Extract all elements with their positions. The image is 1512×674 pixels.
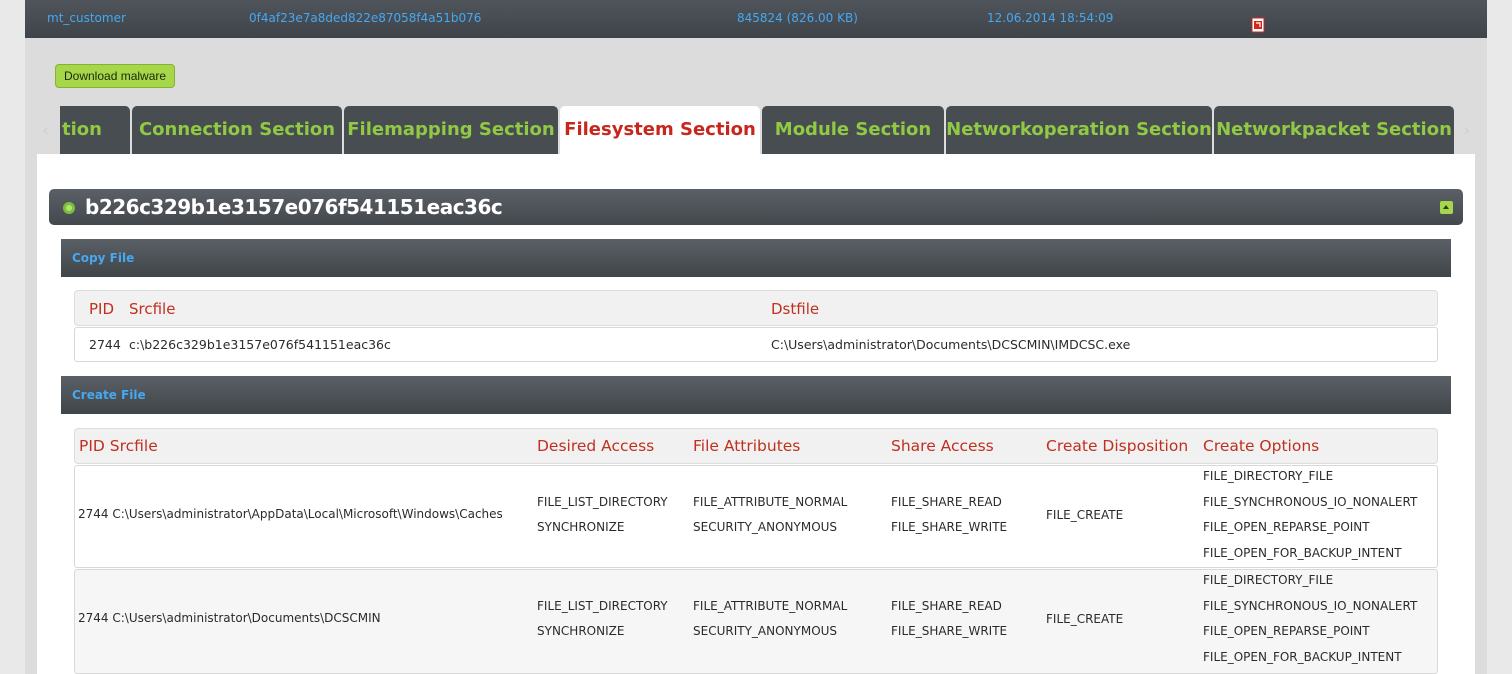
table-row: 2744 c:\b226c329b1e3157e076f541151eac36c… xyxy=(74,327,1438,362)
cell-create-options: FILE_OPEN_FOR_BACKUP_INTENT xyxy=(1203,650,1402,664)
download-malware-button[interactable]: Download malware xyxy=(55,64,176,88)
cell-pid: 2744 xyxy=(89,337,121,352)
sample-name: mt_customer xyxy=(47,11,126,25)
cell-create-options: FILE_SYNCHRONOUS_IO_NONALERT xyxy=(1203,495,1418,509)
cell-create-options: FILE_OPEN_FOR_BACKUP_INTENT xyxy=(1203,546,1402,560)
cell-pid-srcfile: 2744 C:\Users\administrator\AppData\Loca… xyxy=(78,507,503,521)
cell-desired-access: SYNCHRONIZE xyxy=(537,624,625,638)
copy-file-header: Copy File xyxy=(61,239,1451,277)
cell-create-disposition: FILE_CREATE xyxy=(1046,508,1124,522)
tab-module[interactable]: Module Section xyxy=(762,106,944,156)
copy-file-title: Copy File xyxy=(72,251,135,265)
create-file-title: Create File xyxy=(72,388,146,402)
col-dstfile: Dstfile xyxy=(771,300,820,318)
col-srcfile: Srcfile xyxy=(129,300,176,318)
cell-create-options: FILE_OPEN_REPARSE_POINT xyxy=(1203,624,1370,638)
cell-create-options: FILE_DIRECTORY_FILE xyxy=(1203,469,1334,483)
process-panel-header: b226c329b1e3157e076f541151eac36c xyxy=(49,189,1463,225)
col-create-disposition: Create Disposition xyxy=(1046,437,1189,455)
cell-create-options: FILE_OPEN_REPARSE_POINT xyxy=(1203,520,1370,534)
copy-file-table: PID Srcfile Dstfile 2744 c:\b226c329b1e3… xyxy=(74,290,1438,364)
tab-networkoperation[interactable]: Networkoperation Section xyxy=(946,106,1212,156)
cell-dstfile: C:\Users\administrator\Documents\DCSCMIN… xyxy=(771,337,1131,352)
cell-share-access: FILE_SHARE_READ xyxy=(891,495,1002,509)
cell-desired-access: FILE_LIST_DIRECTORY xyxy=(537,495,668,509)
tabs-next-arrow[interactable]: › xyxy=(1463,120,1470,141)
copy-file-table-header: PID Srcfile Dstfile xyxy=(74,290,1438,326)
col-desired-access: Desired Access xyxy=(537,437,655,455)
tab-filesystem[interactable]: Filesystem Section xyxy=(560,106,760,158)
tab-networkpacket[interactable]: Networkpacket Section xyxy=(1214,106,1454,156)
sample-size: 845824 (826.00 KB) xyxy=(737,11,858,25)
cell-create-options: FILE_DIRECTORY_FILE xyxy=(1203,573,1334,587)
cell-create-disposition: FILE_CREATE xyxy=(1046,612,1124,626)
cell-file-attributes: SECURITY_ANONYMOUS xyxy=(693,520,838,534)
tab-connection[interactable]: Connection Section xyxy=(132,106,342,156)
cell-desired-access: SYNCHRONIZE xyxy=(537,520,625,534)
cell-desired-access: FILE_LIST_DIRECTORY xyxy=(537,599,668,613)
cell-share-access: FILE_SHARE_WRITE xyxy=(891,624,1008,638)
table-row: 2744 C:\Users\administrator\Documents\DC… xyxy=(74,569,1438,674)
sample-info-bar: mt_customer 0f4af23e7a8ded822e87058f4a51… xyxy=(25,0,1487,38)
create-file-table: PID Srcfile Desired Access File Attribut… xyxy=(74,428,1438,674)
pdf-export-icon[interactable] xyxy=(1251,17,1265,33)
sample-date: 12.06.2014 18:54:09 xyxy=(987,11,1114,25)
create-file-header: Create File xyxy=(61,376,1451,414)
col-share-access: Share Access xyxy=(891,437,994,455)
cell-file-attributes: FILE_ATTRIBUTE_NORMAL xyxy=(693,495,848,509)
cell-share-access: FILE_SHARE_READ xyxy=(891,599,1002,613)
sample-md5: 0f4af23e7a8ded822e87058f4a51b076 xyxy=(249,11,482,25)
col-pid: PID xyxy=(89,300,115,318)
cell-create-options: FILE_SYNCHRONOUS_IO_NONALERT xyxy=(1203,599,1418,613)
col-pid-srcfile: PID Srcfile xyxy=(79,437,158,455)
process-hash-title: b226c329b1e3157e076f541151eac36c xyxy=(85,195,503,219)
tab-filemapping[interactable]: Filemapping Section xyxy=(344,106,558,156)
table-row: 2744 C:\Users\administrator\AppData\Loca… xyxy=(74,465,1438,568)
col-file-attributes: File Attributes xyxy=(693,437,801,455)
tab-partial[interactable]: tion xyxy=(60,106,130,156)
collapse-toggle-icon[interactable] xyxy=(1440,201,1453,214)
create-file-table-header: PID Srcfile Desired Access File Attribut… xyxy=(74,428,1438,464)
tabs-prev-arrow[interactable]: ‹ xyxy=(42,120,49,141)
shield-icon xyxy=(62,200,76,214)
cell-file-attributes: FILE_ATTRIBUTE_NORMAL xyxy=(693,599,848,613)
cell-srcfile: c:\b226c329b1e3157e076f541151eac36c xyxy=(129,337,391,352)
cell-share-access: FILE_SHARE_WRITE xyxy=(891,520,1008,534)
cell-pid-srcfile: 2744 C:\Users\administrator\Documents\DC… xyxy=(78,611,381,625)
cell-file-attributes: SECURITY_ANONYMOUS xyxy=(693,624,838,638)
col-create-options: Create Options xyxy=(1203,437,1320,455)
